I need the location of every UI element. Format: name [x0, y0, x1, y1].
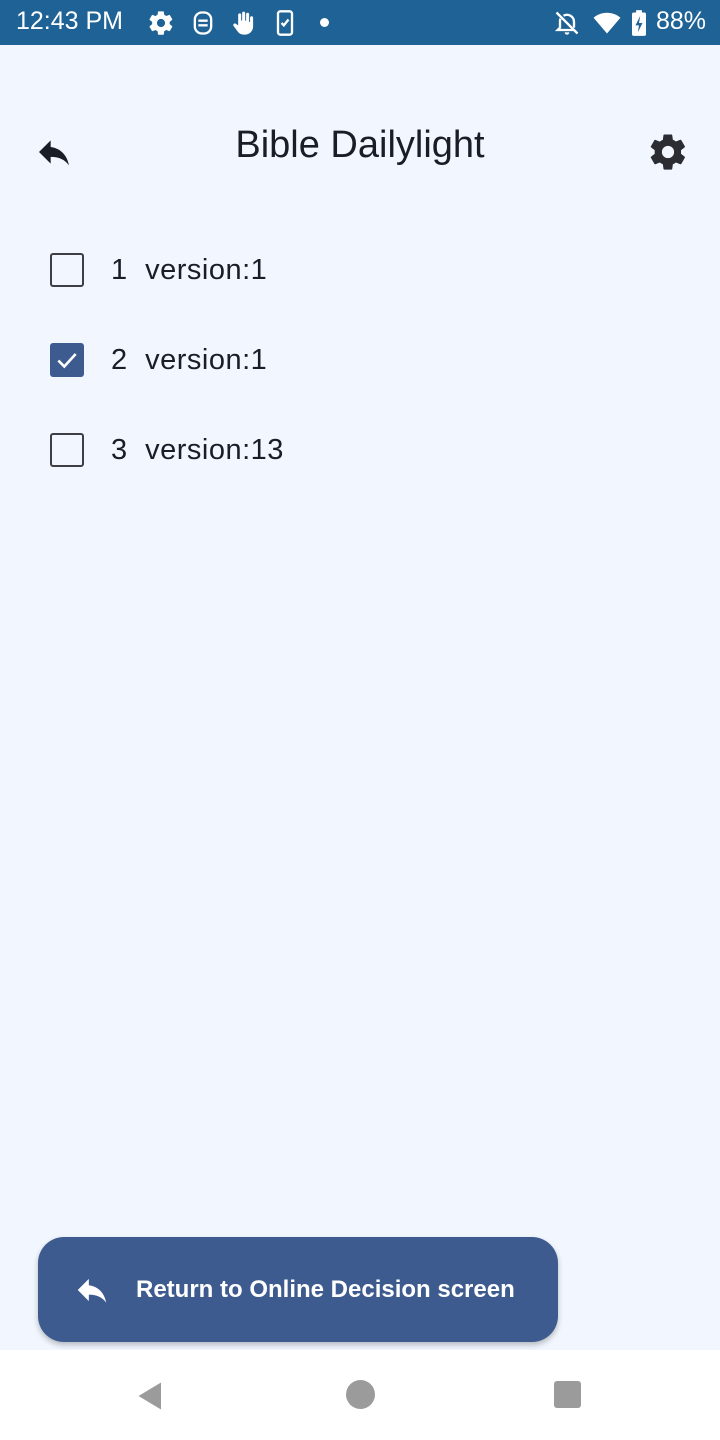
version-label: version:1 — [145, 343, 268, 376]
version-number: 3 — [111, 433, 128, 466]
reply-arrow-icon — [72, 1270, 112, 1310]
battery-percentage: 88% — [656, 7, 707, 35]
page-title: Bible Dailylight — [235, 124, 485, 166]
version-item[interactable]: 3 version:13 — [30, 410, 630, 490]
settings-button[interactable] — [642, 126, 694, 178]
wifi-icon — [593, 12, 621, 34]
gear-icon — [650, 134, 685, 170]
status-time: 12:43 PM — [16, 7, 124, 35]
version-checkbox[interactable] — [50, 433, 84, 467]
version-number: 2 — [111, 343, 128, 376]
return-to-online-decision-button[interactable]: Return to Online Decision screen — [38, 1237, 558, 1342]
bell-off-icon — [554, 11, 579, 35]
status-bar: 12:43 PM 88% — [0, 0, 720, 45]
version-number: 1 — [111, 253, 128, 286]
notification-dot-icon — [320, 18, 329, 27]
nav-home-icon[interactable] — [346, 1380, 375, 1409]
version-checkbox[interactable] — [50, 343, 84, 377]
version-checkbox[interactable] — [50, 253, 84, 287]
checkmark-icon — [57, 353, 77, 369]
accessibility-icon — [193, 11, 213, 35]
battery-charging-icon — [632, 10, 646, 36]
version-item[interactable]: 2 version:1 — [30, 320, 630, 400]
version-label: version:13 — [145, 433, 284, 466]
gear-icon — [149, 11, 173, 35]
version-label: version:1 — [145, 253, 268, 286]
version-item[interactable]: 1 version:1 — [30, 230, 630, 310]
phone-check-icon — [276, 10, 294, 36]
nav-back-icon[interactable] — [134, 1378, 170, 1414]
nav-recents-icon[interactable] — [554, 1381, 581, 1408]
return-button-label: Return to Online Decision screen — [136, 1275, 515, 1303]
hand-icon — [233, 11, 254, 35]
app-bar: Bible Dailylight — [0, 100, 720, 200]
navigation-bar — [0, 1350, 720, 1440]
